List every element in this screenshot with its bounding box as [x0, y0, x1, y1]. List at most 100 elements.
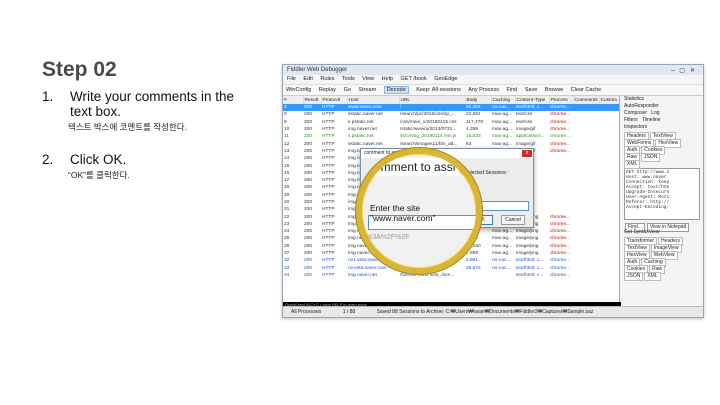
table-cell: 13	[284, 148, 290, 154]
col-comments[interactable]: Comments	[573, 96, 600, 104]
status-process-filter[interactable]: All Processes	[291, 309, 321, 315]
table-cell: 20	[284, 200, 290, 205]
table-cell: chrome...	[550, 243, 570, 249]
table-cell: chrome...	[549, 104, 573, 112]
browse-button[interactable]: Browse	[545, 87, 563, 93]
col-host[interactable]: Host	[347, 96, 400, 104]
col-content-type[interactable]: Content-Type	[515, 96, 550, 104]
table-cell: 200	[304, 185, 313, 191]
table-cell-empty	[573, 162, 599, 169]
filters-tab[interactable]: Filters	[624, 117, 638, 123]
timeline-tab[interactable]: Timeline	[642, 117, 661, 123]
col-number[interactable]: #	[283, 96, 304, 104]
inspectors-tab[interactable]: Inspectors	[621, 124, 703, 131]
col-url[interactable]: URL	[399, 96, 466, 104]
log-tab[interactable]: Log	[651, 110, 659, 116]
table-cell-empty	[599, 155, 619, 162]
table-row[interactable]: 8 200 HTTP sstatic.naver.net/search/pc/2016…	[283, 111, 619, 118]
winconfig-button[interactable]: WinConfig	[286, 87, 311, 93]
table-cell-empty	[599, 199, 619, 206]
step-2-subtitle: “OK”를 클릭한다.	[68, 170, 130, 180]
table-row[interactable]: 34 200 HTTP img.naver.net/fxshow?201F&da_do…	[283, 272, 619, 279]
table-row[interactable]: 9 200 HTTP s.pstatic.net/css/main_v/2016041…	[283, 119, 619, 126]
table-cell-empty	[573, 206, 599, 213]
table-cell: chrome...	[550, 221, 570, 227]
col-caching[interactable]: Caching	[491, 96, 516, 104]
raw-request-text[interactable]: GET http://www.n Host: www.naver. Connec…	[624, 168, 700, 220]
dialog-close-button[interactable]: x	[522, 150, 532, 157]
table-cell: chrome...	[550, 134, 570, 140]
table-cell: 117,479	[466, 119, 483, 125]
table-cell: chrome...	[550, 214, 570, 220]
col-result[interactable]: Result	[303, 96, 322, 104]
window-controls[interactable]: –▢✕	[671, 66, 700, 76]
table-row[interactable]: 10 200 HTTP img.naver.net/static/www/u/2013…	[283, 126, 619, 133]
any-process-button[interactable]: Any Process	[468, 87, 499, 93]
tab-json[interactable]: JSON	[641, 153, 661, 162]
menu-edit[interactable]: Edit	[303, 76, 312, 82]
replay-button[interactable]: Replay	[319, 87, 336, 93]
table-cell-empty	[573, 104, 599, 112]
tab-resp-json[interactable]: JSON	[624, 272, 644, 281]
table-cell: HTTP	[322, 258, 335, 264]
table-cell	[549, 170, 573, 177]
find-button[interactable]: Find	[506, 87, 517, 93]
menu-rules[interactable]: Rules	[320, 76, 334, 82]
window-title: Fiddler Web Debugger	[287, 67, 348, 73]
table-row[interactable]: 12 200 HTTP sstatic.naver.net/search/images…	[283, 140, 619, 147]
table-cell	[465, 272, 491, 279]
table-cell: image/png	[516, 243, 539, 249]
save-button[interactable]: Save	[525, 87, 538, 93]
col-body[interactable]: Body	[465, 96, 492, 104]
menu-geoedge[interactable]: GeoEdge	[434, 76, 457, 82]
cancel-button[interactable]: Cancel	[501, 215, 525, 225]
stream-button[interactable]: Stream	[358, 87, 376, 93]
decode-button[interactable]: Decode	[383, 86, 409, 94]
table-cell: chrome...	[550, 265, 570, 271]
statistics-tab[interactable]: Statistics	[621, 96, 703, 103]
table-cell	[549, 162, 573, 169]
table-cell-empty	[599, 104, 619, 112]
table-cell: 15	[284, 163, 290, 169]
composer-tab[interactable]: Composer	[624, 110, 647, 116]
table-cell: HTTP	[322, 148, 335, 154]
table-cell: 22,661	[466, 112, 481, 118]
table-cell: image/png	[516, 236, 539, 242]
table-cell: HTTP	[322, 127, 335, 133]
keep-sessions-dropdown[interactable]: Keep: All sessions	[416, 87, 461, 93]
table-cell: chrome...	[550, 229, 570, 235]
table-cell-empty	[573, 170, 599, 177]
menu-get-book[interactable]: GET /book	[401, 76, 427, 82]
table-cell: max-ag...	[492, 251, 512, 257]
menu-file[interactable]: File	[287, 76, 296, 82]
magnified-background-text: %3A%2F%2F	[366, 234, 410, 241]
clear-cache-button[interactable]: Clear Cache	[571, 87, 602, 93]
menu-tools[interactable]: Tools	[342, 76, 355, 82]
menu-view[interactable]: View	[362, 76, 374, 82]
tab-xml[interactable]: XML	[624, 160, 641, 169]
table-cell-empty	[599, 221, 619, 228]
menu-help[interactable]: Help	[382, 76, 393, 82]
table-cell: max-ag...	[492, 134, 512, 140]
table-row[interactable]: 33200HTTPnv.veta.naver.com/?/14659282206…	[283, 265, 619, 272]
autoresponder-tab[interactable]: AutoResponder	[621, 103, 703, 110]
table-row[interactable]: 2 200 HTTP www.naver.com/91,304 no-cac... tex…	[283, 104, 619, 112]
table-cell: max-ag...	[492, 229, 512, 235]
table-cell: HTTP	[322, 207, 335, 213]
table-cell: image/png	[516, 251, 539, 257]
col-process[interactable]: Process	[549, 96, 574, 104]
table-cell: chrome...	[550, 119, 570, 125]
table-cell: /search/pc/2016/css/sp_...	[400, 112, 456, 118]
table-cell: 200	[304, 258, 313, 264]
table-cell-empty	[573, 243, 599, 250]
table-cell: 16	[284, 170, 290, 176]
go-button[interactable]: Go	[344, 87, 351, 93]
table-cell-empty	[599, 206, 619, 213]
tab-resp-xml[interactable]: XML	[644, 272, 661, 281]
table-cell: chrome...	[550, 112, 570, 118]
col-custom[interactable]: Custom	[599, 96, 619, 104]
table-row[interactable]: 11 200 HTTP s.pstatic.net/js/c/nlog_2016011…	[283, 133, 619, 140]
table-cell: 200	[304, 134, 313, 140]
col-protocol[interactable]: Protocol	[321, 96, 348, 104]
table-cell: 32	[284, 258, 290, 264]
